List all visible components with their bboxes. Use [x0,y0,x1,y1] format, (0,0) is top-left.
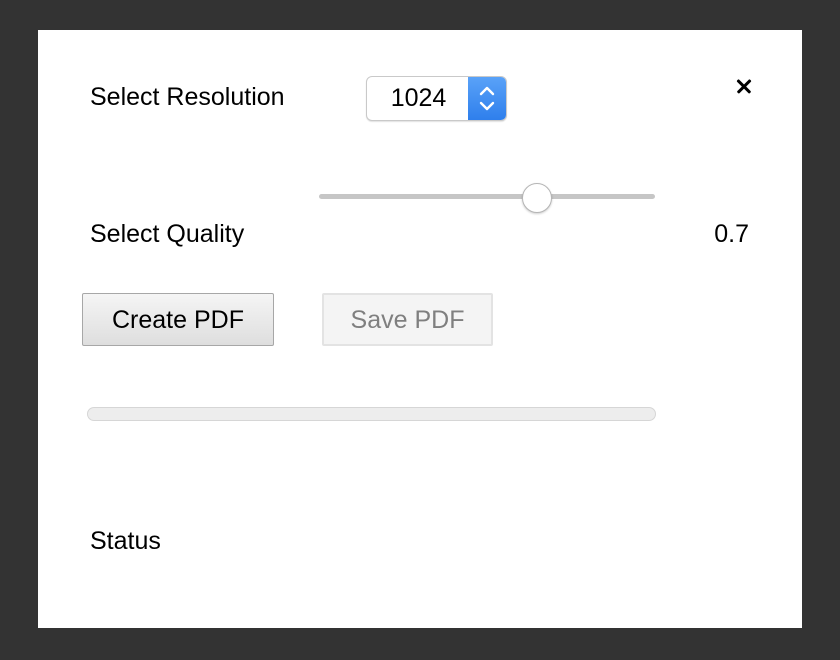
chevron-up-down-icon [468,77,506,120]
create-pdf-button[interactable]: Create PDF [82,293,274,346]
quality-slider-track [319,194,655,199]
resolution-select[interactable]: 1024 [366,76,507,121]
quality-slider-thumb[interactable] [522,183,553,213]
quality-value: 0.7 [714,220,749,248]
close-icon[interactable] [734,76,754,96]
quality-slider[interactable] [319,183,655,213]
pdf-export-dialog: Select Resolution 1024 Select Quality 0.… [38,30,802,628]
save-pdf-button[interactable]: Save PDF [322,293,493,346]
quality-label: Select Quality [90,220,245,248]
resolution-selected-value: 1024 [390,84,447,112]
status-label: Status [90,527,161,555]
resolution-label: Select Resolution [90,83,285,111]
progress-bar [87,407,656,421]
